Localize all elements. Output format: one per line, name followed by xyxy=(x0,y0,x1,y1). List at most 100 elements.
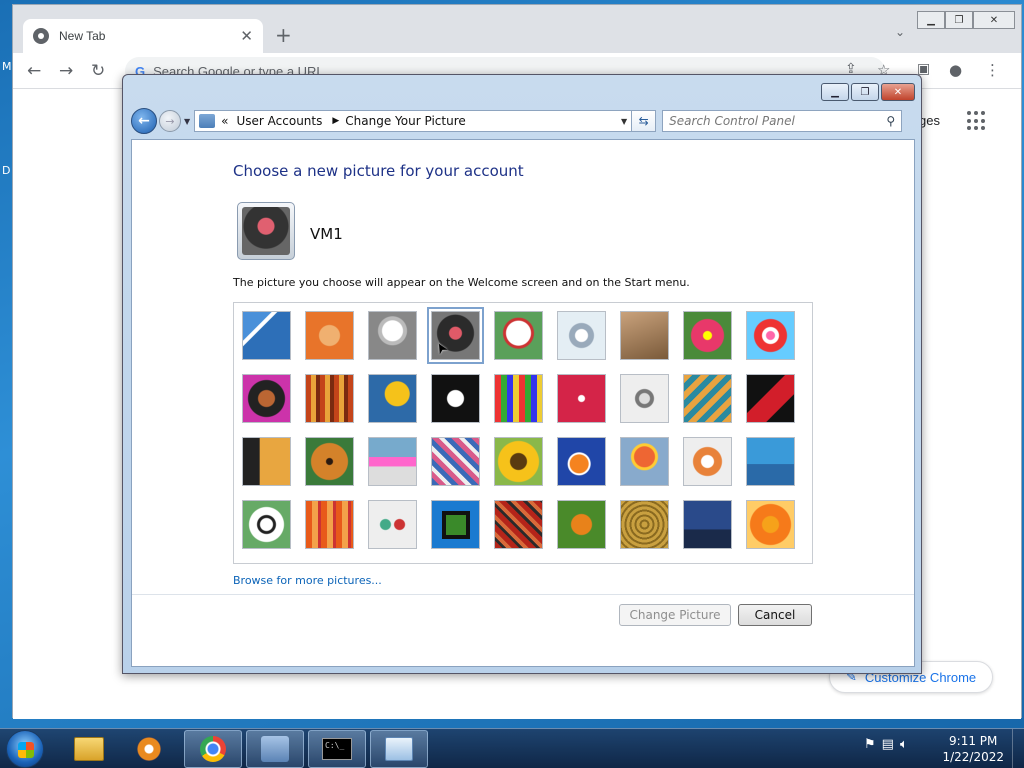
tab-title: New Tab xyxy=(59,29,106,43)
chrome-tabstrip: New Tab ✕ + ⌄ ▁ ❐ ✕ xyxy=(13,5,1021,53)
new-tab-button[interactable]: + xyxy=(275,23,292,47)
action-center-flag-icon[interactable]: ⚑ xyxy=(864,737,876,752)
picture-paper-star[interactable] xyxy=(557,374,606,423)
folder-icon xyxy=(74,737,104,761)
volume-icon[interactable]: 🔈︎ xyxy=(900,737,908,752)
picture-guitar[interactable] xyxy=(242,437,291,486)
picture-fabric-weave[interactable] xyxy=(431,437,480,486)
picture-pomeranian[interactable] xyxy=(305,437,354,486)
page-title: Choose a new picture for your account xyxy=(233,162,524,180)
nav-forward-icon[interactable]: → xyxy=(159,110,181,132)
tab-close-icon[interactable]: ✕ xyxy=(240,27,253,45)
change-picture-button[interactable]: Change Picture xyxy=(619,604,731,626)
taskbar-command-prompt[interactable]: C:\_ xyxy=(308,730,366,768)
breadcrumb-overflow[interactable]: « xyxy=(221,114,228,128)
cp-titlebar[interactable]: ▁ ❐ ✕ xyxy=(123,75,921,105)
apps-grid-icon[interactable] xyxy=(967,111,987,131)
picture-tin-robot[interactable] xyxy=(368,437,417,486)
taskbar-control-panel[interactable] xyxy=(370,730,428,768)
picture-record-player[interactable]: ➤ xyxy=(427,307,484,364)
picture-grid: ➤ xyxy=(233,302,813,564)
desktop-icon-label-d: D xyxy=(2,164,11,177)
taskbar-google-chrome[interactable] xyxy=(184,730,242,768)
breadcrumb-arrow-icon[interactable]: ▶ xyxy=(332,116,339,126)
picture-fabric-stripes[interactable] xyxy=(305,374,354,423)
picture-textile-pattern[interactable] xyxy=(494,500,543,549)
picture-green-window[interactable] xyxy=(431,500,480,549)
user-name: VM1 xyxy=(310,225,343,243)
network-icon[interactable]: ▤ xyxy=(882,737,894,752)
cancel-button[interactable]: Cancel xyxy=(738,604,812,626)
taskbar-media-player[interactable] xyxy=(120,730,178,768)
reload-icon[interactable]: ↻ xyxy=(91,61,105,81)
picture-crayons[interactable] xyxy=(494,374,543,423)
picture-robot-toy[interactable] xyxy=(368,311,417,360)
browse-more-pictures-link[interactable]: Browse for more pictures... xyxy=(233,574,382,587)
taskbar-windows-explorer[interactable] xyxy=(60,730,118,768)
current-user-picture xyxy=(237,202,295,260)
picture-doll[interactable] xyxy=(683,437,732,486)
back-arrow-icon[interactable]: ← xyxy=(27,61,41,81)
search-icon[interactable]: ⚲ xyxy=(886,114,895,128)
nav-back-icon[interactable]: ← xyxy=(131,108,157,134)
picture-hot-air-balloon[interactable] xyxy=(620,437,669,486)
media-player-icon xyxy=(137,737,161,761)
picture-kitten[interactable] xyxy=(620,311,669,360)
maximize-button[interactable]: ❐ xyxy=(945,11,973,29)
picture-spinning-top[interactable] xyxy=(557,311,606,360)
breadcrumb-user-accounts[interactable]: User Accounts xyxy=(237,114,323,128)
command-prompt-icon: C:\_ xyxy=(322,738,352,760)
taskbar: C:\_ ⚑ ▤ 🔈︎ 9:11 PM 1/22/2022 xyxy=(0,728,1024,768)
picture-paper-crane[interactable] xyxy=(746,374,795,423)
picture-fabric-orange[interactable] xyxy=(305,500,354,549)
recent-pages-dropdown-icon[interactable]: ▼ xyxy=(184,117,190,126)
address-bar[interactable]: « User Accounts ▶ Change Your Picture ▼ xyxy=(194,110,633,132)
search-control-panel-input[interactable]: Search Control Panel ⚲ xyxy=(662,110,903,132)
picture-roller-coaster[interactable] xyxy=(242,311,291,360)
menu-dots-icon[interactable]: ⋮ xyxy=(985,61,1000,79)
cp-close-button[interactable]: ✕ xyxy=(881,83,915,101)
chrome-tab-new-tab[interactable]: New Tab ✕ xyxy=(23,19,263,53)
control-panel-window: ▁ ❐ ✕ ← → ▼ « User Accounts ▶ Change You… xyxy=(122,74,922,674)
picture-wicker[interactable] xyxy=(620,500,669,549)
tab-search-button[interactable]: ⌄ xyxy=(895,25,905,39)
picture-sunflower[interactable] xyxy=(494,437,543,486)
picture-ginkgo-leaf[interactable] xyxy=(368,374,417,423)
picture-clownfish[interactable] xyxy=(557,437,606,486)
profile-icon[interactable]: ● xyxy=(949,61,962,79)
picture-orange-daisy[interactable] xyxy=(746,500,795,549)
picture-staircase[interactable] xyxy=(683,374,732,423)
picture-beetle-ball[interactable] xyxy=(242,374,291,423)
picture-border-collie[interactable] xyxy=(431,374,480,423)
picture-butterfly[interactable] xyxy=(557,500,606,549)
picture-pink-flower[interactable] xyxy=(683,311,732,360)
cp-minimize-button[interactable]: ▁ xyxy=(821,83,849,101)
address-dropdown-icon[interactable]: ▼ xyxy=(621,117,627,126)
picture-sailboat[interactable] xyxy=(746,437,795,486)
picture-ferris-wheel[interactable] xyxy=(746,311,795,360)
cp-window-controls: ▁ ❐ ✕ xyxy=(821,83,915,101)
forward-arrow-icon[interactable]: → xyxy=(59,61,73,81)
picture-lucky-cat[interactable] xyxy=(494,311,543,360)
system-tray: ⚑ ▤ 🔈︎ xyxy=(864,737,908,752)
picture-soccer-ball[interactable] xyxy=(242,500,291,549)
images-link[interactable]: ges xyxy=(919,113,940,128)
cp-maximize-button[interactable]: ❐ xyxy=(851,83,879,101)
clock[interactable]: 9:11 PM 1/22/2022 xyxy=(942,733,1004,765)
mouse-cursor-icon: ➤ xyxy=(432,338,452,358)
breadcrumb-change-your-picture[interactable]: Change Your Picture xyxy=(345,114,465,128)
picture-jacks[interactable] xyxy=(620,374,669,423)
clock-time: 9:11 PM xyxy=(949,734,998,748)
control-panel-icon xyxy=(199,114,216,128)
minimize-button[interactable]: ▁ xyxy=(917,11,945,29)
cp-navbar: ← → ▼ « User Accounts ▶ Change Your Pict… xyxy=(131,107,913,135)
show-desktop-button[interactable] xyxy=(1012,729,1024,768)
picture-lighthouse[interactable] xyxy=(683,500,732,549)
start-button[interactable] xyxy=(6,730,44,768)
close-button[interactable]: ✕ xyxy=(973,11,1015,29)
taskbar-user-accounts[interactable] xyxy=(246,730,304,768)
refresh-icon[interactable]: ⇆ xyxy=(632,110,657,132)
picture-starfish[interactable] xyxy=(305,311,354,360)
picture-description: The picture you choose will appear on th… xyxy=(233,276,690,289)
picture-marbles[interactable] xyxy=(368,500,417,549)
